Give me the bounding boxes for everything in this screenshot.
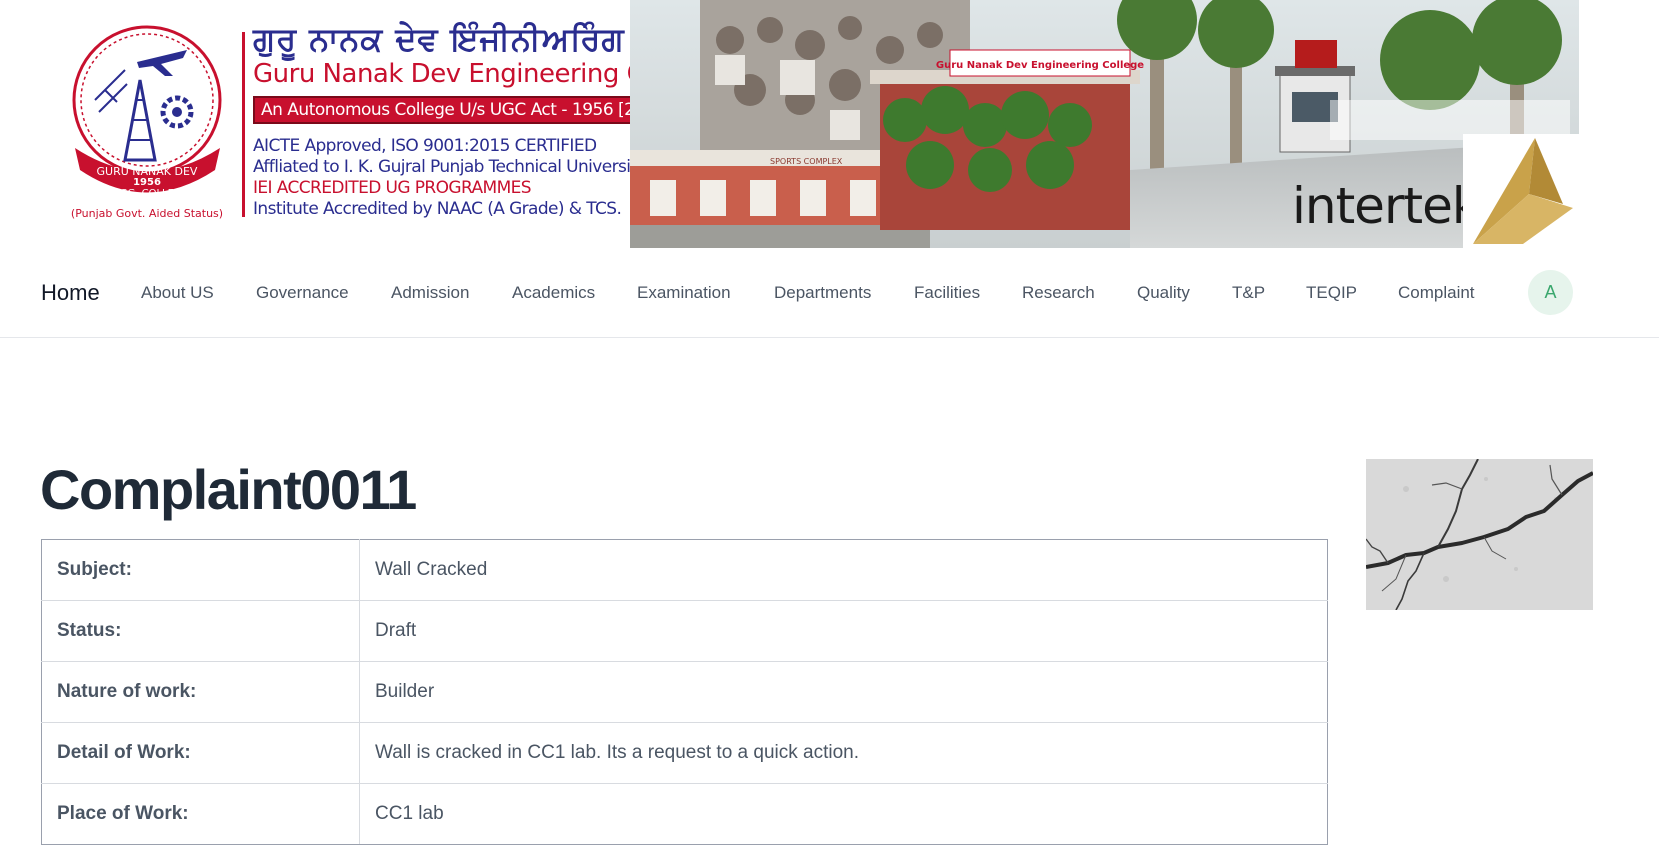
nav-home[interactable]: Home [41, 280, 100, 306]
nav-teqip[interactable]: TEQIP [1306, 283, 1357, 303]
nav-complaint[interactable]: Complaint [1398, 283, 1475, 303]
nav-quality[interactable]: Quality [1137, 283, 1190, 303]
college-banner: GURU NANAK DEV 1956 ENGG. COLLEGE (Punja… [55, 0, 1582, 248]
nav-departments[interactable]: Departments [774, 283, 871, 303]
banner-divider [242, 32, 245, 217]
nav-facilities[interactable]: Facilities [914, 283, 980, 303]
college-seal-logo: GURU NANAK DEV 1956 ENGG. COLLEGE (Punja… [71, 25, 223, 220]
table-row: Detail of Work: Wall is cracked in CC1 l… [41, 722, 1328, 784]
table-row: Nature of work: Builder [41, 661, 1328, 723]
detail-of-work-value: Wall is cracked in CC1 lab. Its a reques… [359, 722, 1328, 784]
place-of-work-label: Place of Work: [41, 783, 360, 845]
intertek-logo-text: intertek [1292, 177, 1481, 235]
sports-complex-sign: SPORTS COMPLEX [770, 157, 843, 166]
complaint-photo-cracked-wall [1366, 459, 1593, 610]
nav-tp[interactable]: T&P [1232, 283, 1265, 303]
seal-year-text: 1956 [133, 177, 161, 188]
nav-admission[interactable]: Admission [391, 283, 469, 303]
status-label: Status: [41, 600, 360, 662]
page-title: Complaint0011 [40, 458, 417, 521]
table-row: Place of Work: CC1 lab [41, 783, 1328, 845]
seal-status-text: (Punjab Govt. Aided Status) [71, 207, 223, 220]
nav-academics[interactable]: Academics [512, 283, 595, 303]
user-avatar[interactable]: A [1528, 270, 1573, 315]
nav-research[interactable]: Research [1022, 283, 1095, 303]
intertek-logo-mark [1463, 134, 1582, 248]
photo-college-sign: Guru Nanak Dev Engineering College [936, 60, 1144, 71]
main-navbar: Home About US Governance Admission Acade… [0, 250, 1659, 338]
detail-of-work-label: Detail of Work: [41, 722, 360, 784]
nav-about-us[interactable]: About US [141, 283, 214, 303]
complaint-details-table: Subject: Wall Cracked Status: Draft Natu… [41, 539, 1328, 845]
status-value: Draft [359, 600, 1328, 662]
seal-bottom-text: ENGG. COLLEGE [106, 188, 188, 199]
nature-of-work-value: Builder [359, 661, 1328, 723]
nav-governance[interactable]: Governance [256, 283, 349, 303]
nav-examination[interactable]: Examination [637, 283, 731, 303]
nature-of-work-label: Nature of work: [41, 661, 360, 723]
table-row: Subject: Wall Cracked [41, 539, 1328, 601]
subject-label: Subject: [41, 539, 360, 601]
place-of-work-value: CC1 lab [359, 783, 1328, 845]
subject-value: Wall Cracked [359, 539, 1328, 601]
table-row: Status: Draft [41, 600, 1328, 662]
